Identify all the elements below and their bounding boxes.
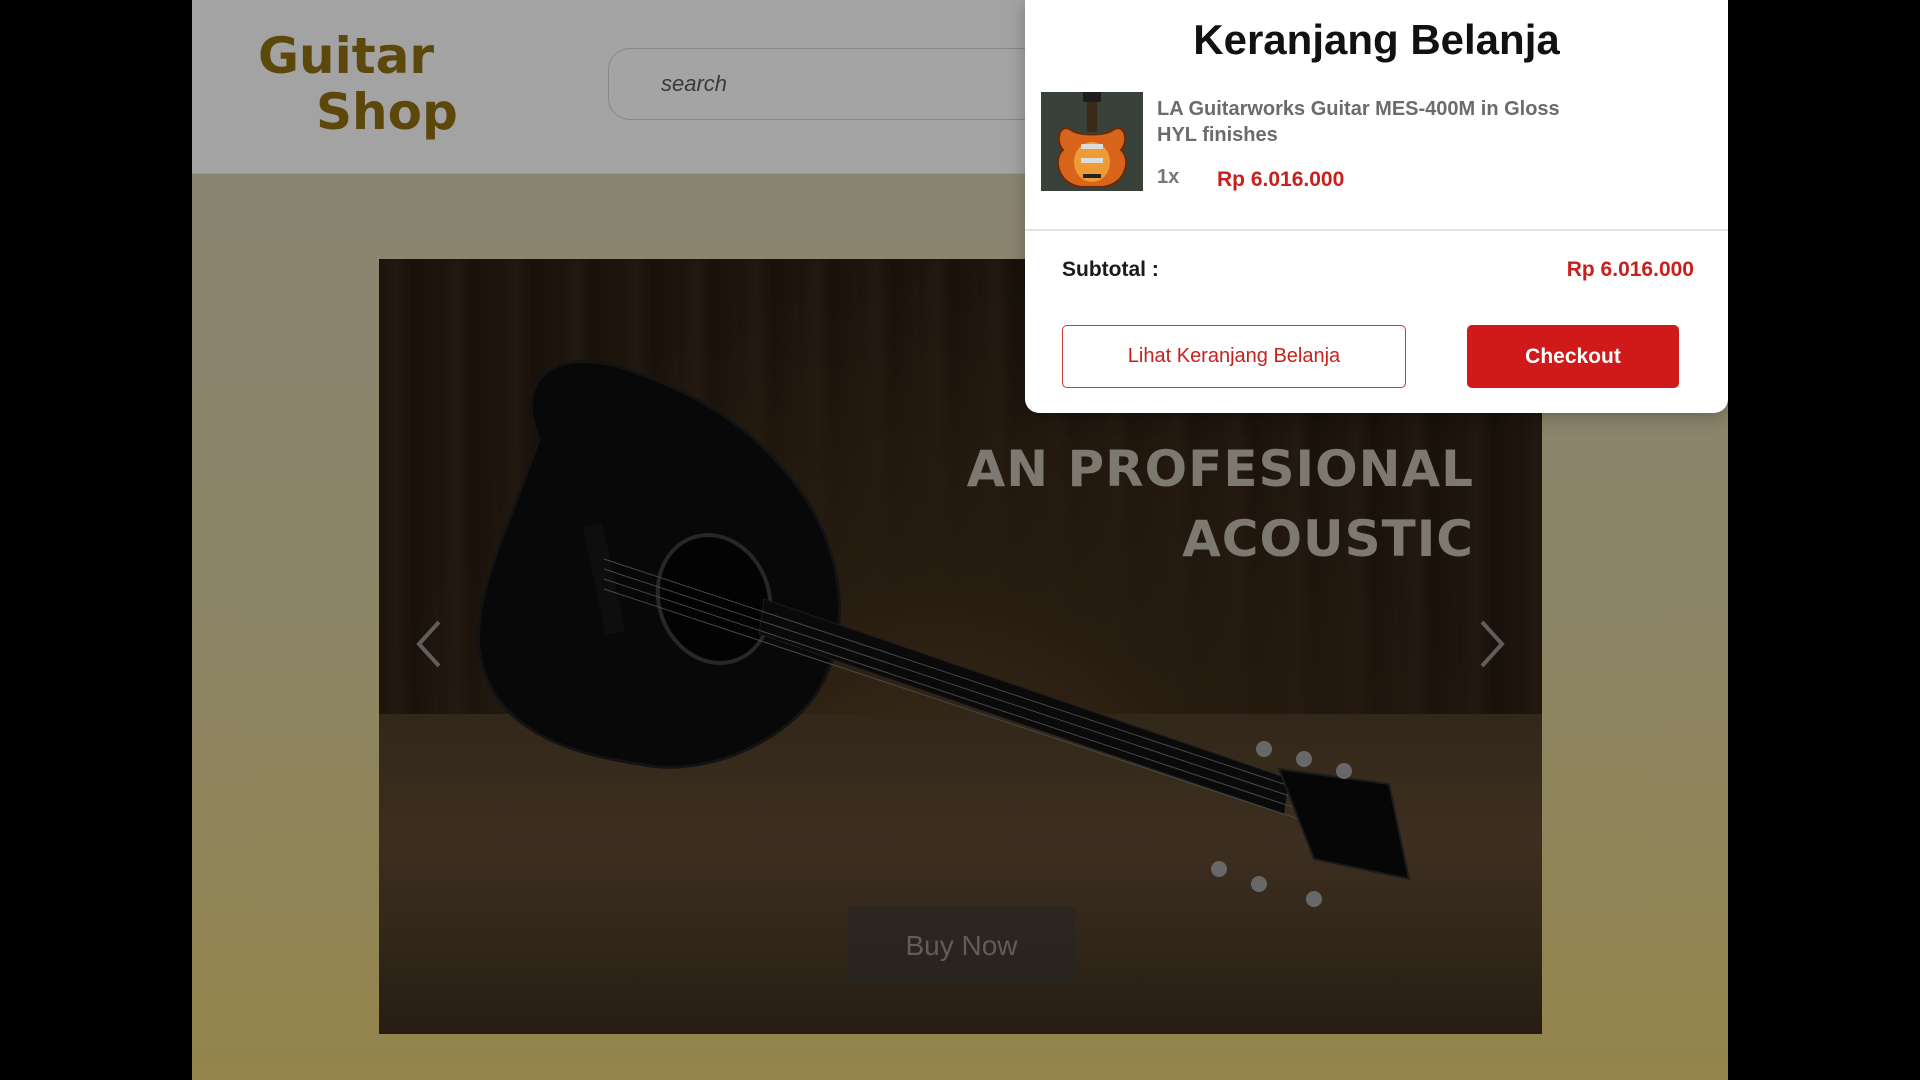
electric-guitar-image bbox=[1041, 92, 1143, 191]
cart-divider bbox=[1025, 229, 1728, 231]
cart-item-price: Rp 6.016.000 bbox=[1217, 168, 1345, 191]
cart-title: Keranjang Belanja bbox=[1193, 16, 1560, 63]
cart-item-quantity: 1x bbox=[1157, 166, 1180, 188]
cart-popup: Keranjang Belanja LA Guitarworks Guitar … bbox=[1025, 0, 1728, 413]
subtotal-label: Subtotal : bbox=[1062, 258, 1159, 281]
product-thumbnail[interactable] bbox=[1041, 92, 1143, 191]
checkout-button[interactable]: Checkout bbox=[1467, 325, 1679, 388]
cart-item-name[interactable]: LA Guitarworks Guitar MES-400M in Gloss … bbox=[1157, 96, 1577, 148]
view-cart-button[interactable]: Lihat Keranjang Belanja bbox=[1062, 325, 1406, 388]
subtotal-value: Rp 6.016.000 bbox=[1566, 258, 1694, 281]
cart-item: LA Guitarworks Guitar MES-400M in Gloss … bbox=[1041, 92, 1711, 192]
